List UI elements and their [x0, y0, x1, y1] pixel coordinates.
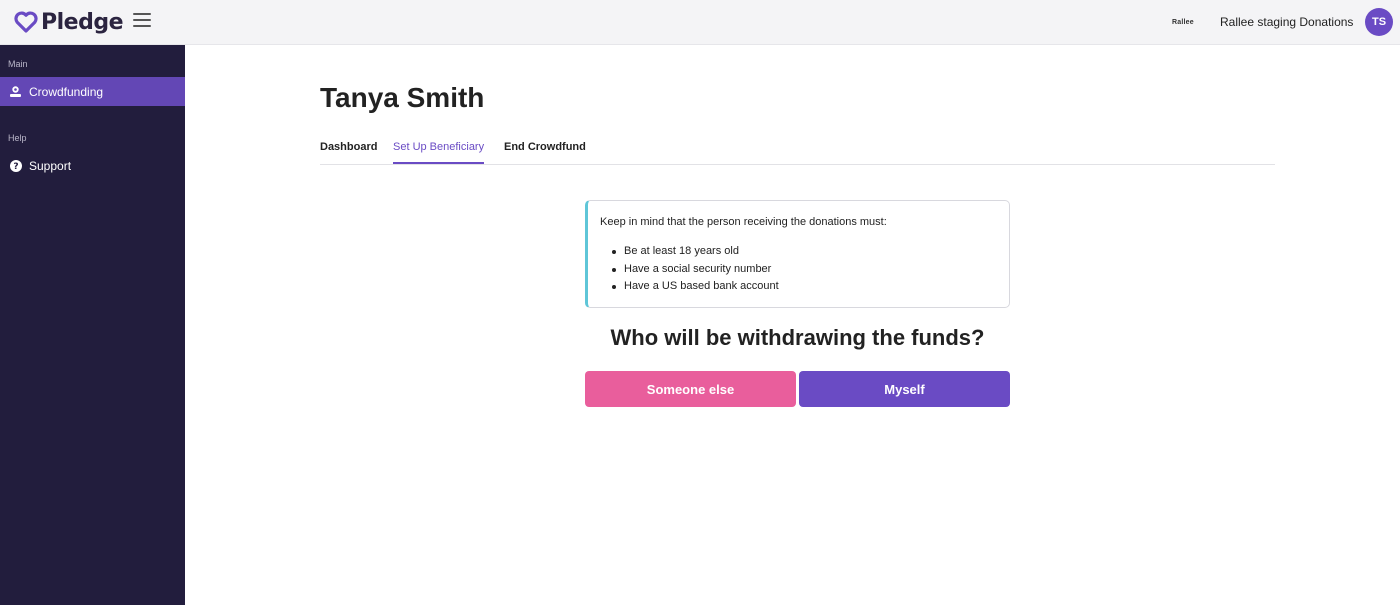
sidebar-section-help: Help — [8, 133, 27, 143]
sidebar-item-support[interactable]: ? Support — [0, 151, 185, 180]
hamburger-menu-icon[interactable] — [133, 13, 151, 31]
requirements-list: Be at least 18 years old Have a social s… — [612, 245, 779, 298]
heart-logo-icon — [14, 11, 38, 33]
pledge-logo[interactable]: Pledge — [14, 8, 124, 36]
svg-text:?: ? — [13, 162, 18, 172]
withdraw-question-heading: Who will be withdrawing the funds? — [610, 325, 985, 350]
question-circle-icon: ? — [9, 159, 22, 172]
user-avatar[interactable]: TS — [1365, 8, 1393, 36]
list-item: Be at least 18 years old — [612, 245, 779, 263]
sidebar-item-label: Crowdfunding — [29, 84, 104, 99]
org-name[interactable]: Rallee staging Donations — [1220, 15, 1353, 29]
donation-hand-icon — [9, 85, 22, 98]
top-bar: Pledge Rallee Rallee staging Donations T… — [0, 0, 1400, 45]
sidebar-section-main: Main — [8, 59, 28, 69]
org-logo: Rallee — [1172, 16, 1210, 28]
sidebar-item-label: Support — [29, 158, 72, 173]
sidebar-item-crowdfunding[interactable]: Crowdfunding — [0, 77, 185, 106]
someone-else-button[interactable]: Someone else — [585, 371, 796, 407]
page-title: Tanya Smith — [320, 82, 485, 113]
tab-dashboard[interactable]: Dashboard — [320, 141, 377, 164]
sidebar: Main Crowdfunding Help ? Support — [0, 45, 185, 605]
tab-end-crowdfund[interactable]: End Crowdfund — [504, 141, 586, 164]
requirements-notice: Keep in mind that the person receiving t… — [585, 200, 1010, 308]
org-logo-text: Rallee — [1172, 18, 1194, 26]
tab-bar: Dashboard Set Up Beneficiary End Crowdfu… — [320, 138, 1275, 165]
list-item: Have a US based bank account — [612, 280, 779, 298]
brand-name: Pledge — [41, 9, 124, 35]
notice-intro: Keep in mind that the person receiving t… — [600, 216, 887, 228]
myself-button[interactable]: Myself — [799, 371, 1010, 407]
tab-set-up-beneficiary[interactable]: Set Up Beneficiary — [393, 141, 485, 164]
list-item: Have a social security number — [612, 263, 779, 281]
